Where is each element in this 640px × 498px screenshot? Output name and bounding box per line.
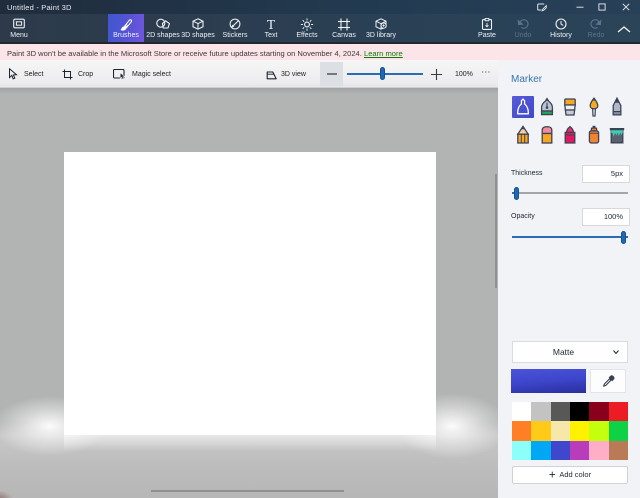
svg-text:T: T — [267, 18, 276, 30]
